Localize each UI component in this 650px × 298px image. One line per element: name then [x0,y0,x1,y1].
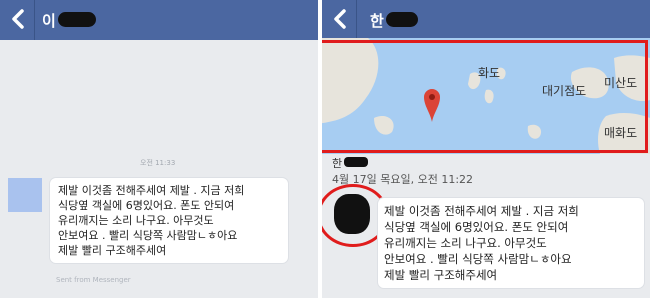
sender-name: 한 [332,157,343,170]
sender-avatar[interactable] [8,178,42,212]
header-divider [34,0,35,40]
message-footer-text: Sent from Messenger [56,276,131,284]
message-bubble: 제발 이것좀 전해주세여 제발 . 지금 저희 식당옆 객실에 6명있어요. 폰… [50,178,288,263]
chat-contact-name[interactable]: 이 [42,10,56,31]
chat-contact-name[interactable]: 한 [370,10,384,31]
redacted-name-scribble [386,12,418,27]
redacted-name-scribble [58,12,96,27]
back-arrow-icon[interactable] [8,5,28,33]
left-chat-panel: 이 오전 11:33 제발 이것좀 전해주세여 제발 . 지금 저희 식당옆 객… [0,0,318,298]
header-divider [356,0,357,40]
left-chat-header: 이 [0,0,318,40]
right-chat-header: 한 [322,0,650,40]
message-time-label: 오전 11:33 [140,159,176,167]
map-card[interactable]: 화도 대기점도 미산도 매화도 [322,38,650,154]
message-bubble: 제발 이것좀 전해주세여 제발 . 지금 저희 식당옆 객실에 6명있어요. 폰… [378,198,644,288]
back-arrow-icon[interactable] [330,5,350,33]
map-highlight-box [322,40,648,153]
right-chat-panel: 한 화도 대기점도 미산도 매화도 한 4월 17일 목요일, 오전 11:22… [322,0,650,298]
redacted-sender-scribble [344,157,368,167]
